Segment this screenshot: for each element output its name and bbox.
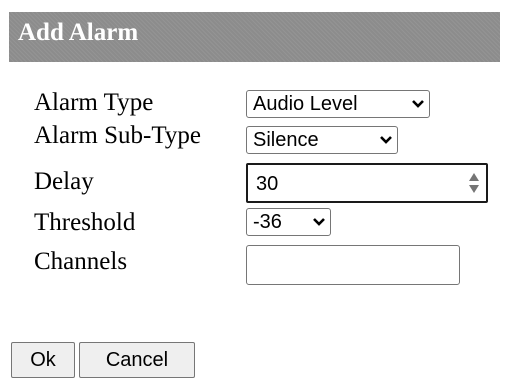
channels-input[interactable] [246, 245, 460, 285]
delay-label: Delay [34, 168, 94, 195]
cancel-button[interactable]: Cancel [79, 342, 195, 378]
delay-value: 30 [256, 173, 279, 195]
spinner-arrows-icon[interactable] [468, 172, 480, 194]
alarm-sub-type-selected-value: Silence [253, 129, 319, 151]
alarm-sub-type-label: Alarm Sub-Type [34, 122, 201, 149]
dialog-title-bar: Add Alarm [9, 12, 500, 62]
ok-button[interactable]: Ok [11, 342, 75, 378]
alarm-type-label: Alarm Type [34, 89, 154, 116]
channels-label: Channels [34, 248, 128, 275]
chevron-down-icon [412, 100, 424, 108]
chevron-down-icon [380, 136, 392, 144]
alarm-type-select[interactable]: Audio Level [246, 90, 430, 118]
alarm-sub-type-select[interactable]: Silence [246, 126, 398, 154]
threshold-label: Threshold [34, 209, 136, 236]
dialog-title: Add Alarm [18, 19, 139, 46]
threshold-select[interactable]: -36 [246, 208, 331, 236]
threshold-selected-value: -36 [253, 211, 282, 233]
alarm-type-selected-value: Audio Level [253, 93, 358, 115]
delay-number-input[interactable]: 30 [246, 163, 488, 203]
chevron-down-icon [313, 218, 325, 226]
